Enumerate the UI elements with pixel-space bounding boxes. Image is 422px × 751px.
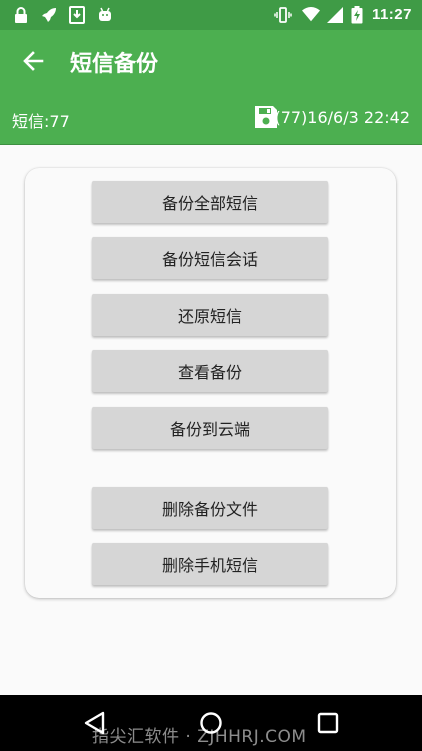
status-time: 11:27: [371, 6, 412, 23]
nav-recents-button[interactable]: [314, 709, 342, 737]
battery-charging-icon: [348, 6, 366, 24]
recents-square-icon: [317, 712, 339, 734]
navigation-bar: [0, 695, 422, 751]
page-title: 短信备份: [70, 52, 159, 77]
nav-back-button[interactable]: [80, 709, 108, 737]
vibrate-icon: [274, 6, 292, 24]
info-bar: 短信:77 (77)16/6/3 22:42: [0, 92, 422, 145]
view-backups-button[interactable]: 查看备份: [92, 350, 328, 392]
backup-conversations-button[interactable]: 备份短信会话: [92, 237, 328, 279]
wifi-icon: [302, 6, 320, 24]
status-bar: 11:27: [0, 0, 422, 30]
android-icon: [96, 6, 114, 24]
app-toolbar: 短信备份: [0, 30, 422, 92]
backup-all-button[interactable]: 备份全部短信: [92, 181, 328, 223]
delete-phone-sms-button[interactable]: 删除手机短信: [92, 543, 328, 585]
lock-icon: [12, 6, 30, 24]
last-backup-info: (77)16/6/3 22:42: [274, 108, 410, 127]
home-circle-icon: [200, 712, 222, 734]
backup-cloud-button[interactable]: 备份到云端: [92, 407, 328, 449]
download-icon: [68, 6, 86, 24]
sms-count: 短信:77: [12, 112, 70, 131]
rocket-icon: [40, 6, 58, 24]
restore-button[interactable]: 还原短信: [92, 294, 328, 336]
nav-home-button[interactable]: [197, 709, 225, 737]
arrow-left-icon: [23, 51, 44, 71]
back-button[interactable]: [20, 47, 46, 75]
actions-card: 备份全部短信 备份短信会话 还原短信 查看备份 备份到云端 删除备份文件 删除手…: [25, 168, 396, 598]
signal-icon: [326, 6, 344, 24]
back-triangle-icon: [84, 711, 105, 735]
delete-backup-files-button[interactable]: 删除备份文件: [92, 487, 328, 529]
